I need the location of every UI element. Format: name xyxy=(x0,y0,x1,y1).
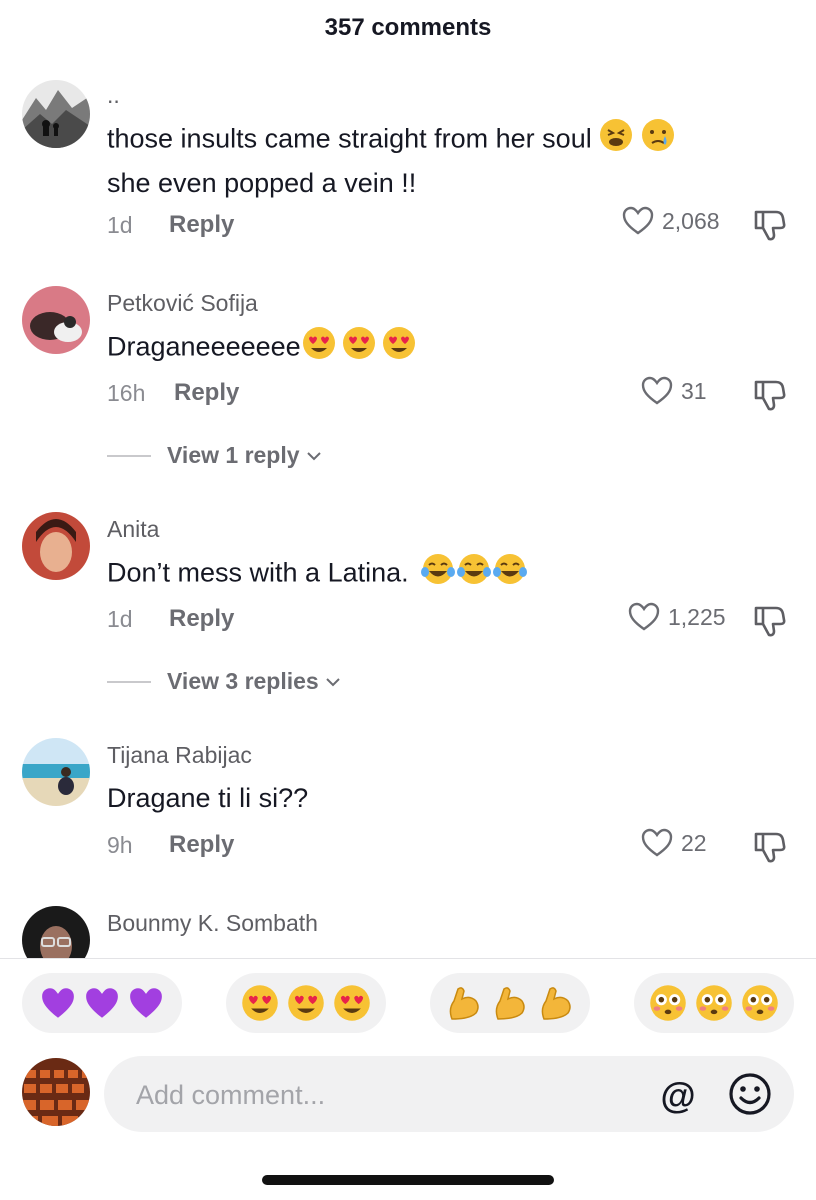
comment-username[interactable]: Bounmy K. Sombath xyxy=(107,910,318,937)
reply-button[interactable]: Reply xyxy=(169,211,234,239)
emoji-picker-icon[interactable] xyxy=(728,1072,772,1116)
view-replies-label: View 1 reply xyxy=(167,442,300,468)
comment-username[interactable]: Petković Sofija xyxy=(107,290,258,317)
comment-username[interactable]: Anita xyxy=(107,516,159,543)
comment-text: Don’t mess with a Latina. xyxy=(107,552,747,597)
comment-username[interactable]: Tijana Rabijac xyxy=(107,742,252,769)
divider-line xyxy=(107,454,151,457)
quick-reaction-heart-eyes[interactable] xyxy=(226,973,386,1033)
chevron-down-icon xyxy=(326,677,340,686)
comment-time: 9h xyxy=(107,832,133,858)
like-button[interactable]: 2,068 xyxy=(622,206,720,236)
comment-text-line: Draganeeeeeee xyxy=(107,331,301,362)
purple-heart-icon xyxy=(130,988,162,1018)
like-count: 22 xyxy=(681,829,707,856)
dislike-icon[interactable] xyxy=(752,208,788,242)
comment-composer: @ xyxy=(104,1056,794,1132)
reply-button[interactable]: Reply xyxy=(174,379,239,407)
like-button[interactable]: 1,225 xyxy=(628,602,726,632)
smiling-woman-avatar[interactable] xyxy=(22,512,90,580)
comment-time: 1d xyxy=(107,606,133,632)
comment-text-line: those insults came straight from her sou… xyxy=(107,123,592,154)
like-button[interactable]: 31 xyxy=(641,376,707,406)
person-with-cat-avatar[interactable] xyxy=(22,286,90,354)
heart-eyes-icon xyxy=(288,985,324,1021)
flushed-face-icon xyxy=(696,985,732,1021)
woman-with-glasses-avatar[interactable] xyxy=(22,906,90,958)
purple-heart-icon xyxy=(42,988,74,1018)
comment-text-line: she even popped a vein !! xyxy=(107,168,417,198)
heart-eyes-icon xyxy=(242,985,278,1021)
add-comment-input[interactable] xyxy=(134,1072,618,1118)
heart-eyes-emoji xyxy=(381,326,417,371)
dislike-icon[interactable] xyxy=(752,830,788,864)
composer-divider xyxy=(0,958,816,959)
view-replies-label: View 3 replies xyxy=(167,668,319,694)
home-indicator[interactable] xyxy=(262,1175,554,1185)
beach-avatar[interactable] xyxy=(22,738,90,806)
dislike-icon[interactable] xyxy=(752,378,788,412)
like-button[interactable]: 22 xyxy=(641,828,707,858)
reply-button[interactable]: Reply xyxy=(169,831,234,859)
heart-icon xyxy=(641,376,673,405)
crying-face-emoji xyxy=(641,118,675,163)
comment-time: 16h xyxy=(107,380,146,406)
chevron-down-icon xyxy=(306,451,321,460)
flushed-face-icon xyxy=(742,985,778,1021)
quick-reaction-purple-hearts[interactable]: 💜 xyxy=(22,973,182,1033)
quick-reaction-flexed-biceps[interactable] xyxy=(430,973,590,1033)
view-replies-button[interactable]: View 1 reply xyxy=(107,442,322,469)
flexed-biceps-icon xyxy=(449,987,479,1020)
comment-time: 1d xyxy=(107,212,133,238)
quick-reaction-flushed[interactable] xyxy=(634,973,794,1033)
comment-text: those insults came straight from her sou… xyxy=(107,118,747,203)
comments-list: .. those insults came straight from her … xyxy=(0,0,816,958)
flushed-face-icon xyxy=(650,985,686,1021)
heart-icon xyxy=(628,602,660,631)
user-avatar[interactable] xyxy=(22,1058,90,1126)
heart-icon xyxy=(622,206,654,235)
tears-of-joy-emoji xyxy=(456,552,492,597)
tears-of-joy-emoji xyxy=(492,552,528,597)
flexed-biceps-icon xyxy=(541,987,571,1020)
mention-at-icon[interactable]: @ xyxy=(656,1076,700,1116)
heart-eyes-emoji xyxy=(301,326,337,371)
dislike-icon[interactable] xyxy=(752,604,788,638)
flexed-biceps-icon xyxy=(495,987,525,1020)
like-count: 2,068 xyxy=(662,207,720,234)
tired-face-emoji xyxy=(599,118,633,163)
comment-username[interactable]: .. xyxy=(107,82,120,109)
purple-heart-icon xyxy=(86,988,118,1018)
comment-text: Draganeeeeeee xyxy=(107,326,747,371)
comment-text: Dragane ti li si?? xyxy=(107,783,309,813)
view-replies-button[interactable]: View 3 replies xyxy=(107,668,341,695)
heart-eyes-icon xyxy=(334,985,370,1021)
mountain-landscape-avatar[interactable] xyxy=(22,80,90,148)
heart-eyes-emoji xyxy=(341,326,377,371)
like-count: 31 xyxy=(681,377,707,404)
like-count: 1,225 xyxy=(668,603,726,630)
divider-line xyxy=(107,680,151,683)
comment-text-line: Don’t mess with a Latina. xyxy=(107,557,409,588)
tears-of-joy-emoji xyxy=(420,552,456,597)
heart-icon xyxy=(641,828,673,857)
reply-button[interactable]: Reply xyxy=(169,605,234,633)
